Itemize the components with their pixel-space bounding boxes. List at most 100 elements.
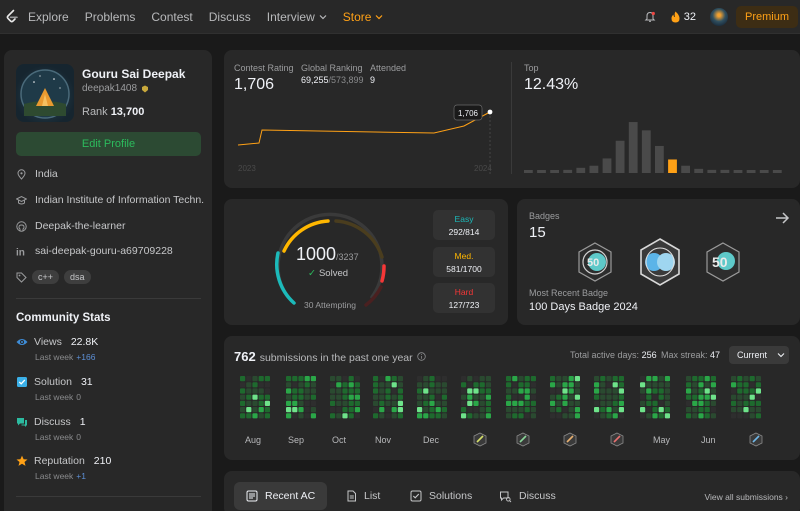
edit-profile-button[interactable]: Edit Profile [16,132,201,156]
badge-text: 50 [712,254,728,270]
solved-label-row: ✓ Solved [308,268,348,279]
leetcode-logo-icon[interactable] [4,9,20,25]
monthly-badge-icon[interactable] [563,432,577,447]
profile-avatar [16,64,74,122]
x-start-label: 2023 [238,164,256,173]
submissions-tabs-card: Recent AC List Solutions Discuss View al… [224,471,800,511]
histogram-bar [681,165,690,173]
linkedin-row[interactable]: in sai-deepak-gouru-a69709228 [16,245,204,257]
list-check-icon [246,490,258,502]
contest-rating-card: Contest Rating 1,706 Global Ranking 69,2… [224,50,800,188]
community-stats-title: Community Stats [16,312,111,324]
location-pin-icon [17,168,26,180]
linkedin-icon: in [16,247,25,257]
histogram-bar [628,122,638,173]
premium-button[interactable]: Premium [735,6,798,28]
medium-stat[interactable]: Med. 581/1700 [433,247,495,277]
divider [511,62,512,174]
nav-store[interactable]: Store [343,10,384,24]
solved-total: /3237 [336,252,359,262]
linkedin-text: sai-deepak-gouru-a69709228 [35,245,173,257]
rating-line-chart[interactable]: 1,706 2023 2024 [224,50,511,188]
badges-label: Badges [529,211,560,221]
tab-solutions[interactable]: Solutions [398,482,484,510]
stat-reputation-sub-label: Last week [35,471,74,481]
annual-badge-icon[interactable]: 50 [703,241,743,283]
stat-views-label: Views [34,336,62,348]
histogram-bar [720,169,730,173]
rating-point [487,109,493,115]
streak-counter[interactable]: 32 [670,11,696,23]
monthly-badge-icon[interactable] [473,432,487,447]
skill-tag[interactable]: c++ [32,270,60,284]
check-icon: ✓ [308,268,316,279]
skill-tag[interactable]: dsa [64,270,91,284]
tab-discuss-label: Discuss [519,490,556,502]
tab-recent-ac-label: Recent AC [265,490,316,502]
histogram-bar [550,170,559,173]
histogram-bar [537,170,546,173]
chat-bubble-icon [17,418,27,427]
easy-stat[interactable]: Easy 292/814 [433,210,495,240]
histogram-bar [589,165,599,173]
rank-value: 13,700 [110,106,145,118]
tab-discuss[interactable]: Discuss [487,482,568,510]
checkbox-icon [410,490,422,502]
nav-contest[interactable]: Contest [151,10,192,24]
histogram-bar [694,168,704,173]
tooltip-value: 1,706 [458,109,479,118]
user-avatar[interactable] [709,8,728,26]
nav-interview[interactable]: Interview [267,10,327,24]
monthly-badge-icon[interactable] [610,432,624,447]
github-row[interactable]: Deepak-the-learner [16,220,204,232]
chevron-down-icon [376,14,383,19]
nav-store-label: Store [342,9,372,24]
easy-label: Easy [454,214,474,224]
view-all-submissions-link[interactable]: View all submissions › [705,492,788,502]
school-icon [16,195,27,204]
badges-card: Badges 15 50 50 Most Recent Badge 100 Da… [517,199,800,325]
profile-card: Gouru Sai Deepak deepak1408 Rank 13,700 E… [4,50,212,511]
arrow-right-icon[interactable] [774,210,790,226]
stat-discuss-value: 1 [79,416,86,428]
bell-icon[interactable] [644,11,656,23]
chat-search-icon [500,491,512,502]
histogram-bar [563,169,573,173]
tab-recent-ac[interactable]: Recent AC [234,482,328,510]
document-icon [347,490,356,502]
histogram-bar [524,170,533,173]
monthly-badge-icon[interactable] [516,432,530,447]
location-row: India [16,168,204,180]
nav-interview-label: Interview [266,9,315,24]
stat-views-sub-value: +166 [76,352,96,362]
hard-stat[interactable]: Hard 127/723 [433,283,495,313]
rating-distribution-chart[interactable] [524,116,790,175]
hard-label: Hard [454,287,474,297]
histogram-bar [707,169,717,173]
tab-list-label: List [364,490,381,502]
tab-list[interactable]: List [334,482,392,510]
nav-discuss[interactable]: Discuss [209,10,251,24]
fire-icon [671,11,680,23]
stat-discuss-sub-label: Last week [35,432,74,442]
stat-reputation-value: 210 [93,455,112,467]
nav-problems[interactable]: Problems [85,10,136,24]
stat-reputation-label: Reputation [34,455,85,467]
rank-label: Rank [82,106,108,118]
top-percent-label: Top [524,63,539,73]
50-days-badge-icon[interactable]: 50 [575,241,615,283]
stat-solution-sub-value: 0 [76,392,82,402]
histogram-bar [615,140,625,173]
profile-name: Gouru Sai Deepak [82,67,186,81]
profile-handle: deepak1408 [82,83,138,94]
ring-hard-progress [380,264,386,283]
easy-value: 292/814 [448,227,480,237]
nav-explore[interactable]: Explore [28,10,69,24]
streak-count: 32 [683,11,696,23]
monthly-badge-icon[interactable] [749,432,763,447]
stat-reputation-sub-value: +1 [76,471,86,481]
histogram-bar [655,145,664,173]
100-days-badge-icon[interactable] [637,237,683,287]
divider [16,496,201,497]
star-icon [16,455,28,466]
